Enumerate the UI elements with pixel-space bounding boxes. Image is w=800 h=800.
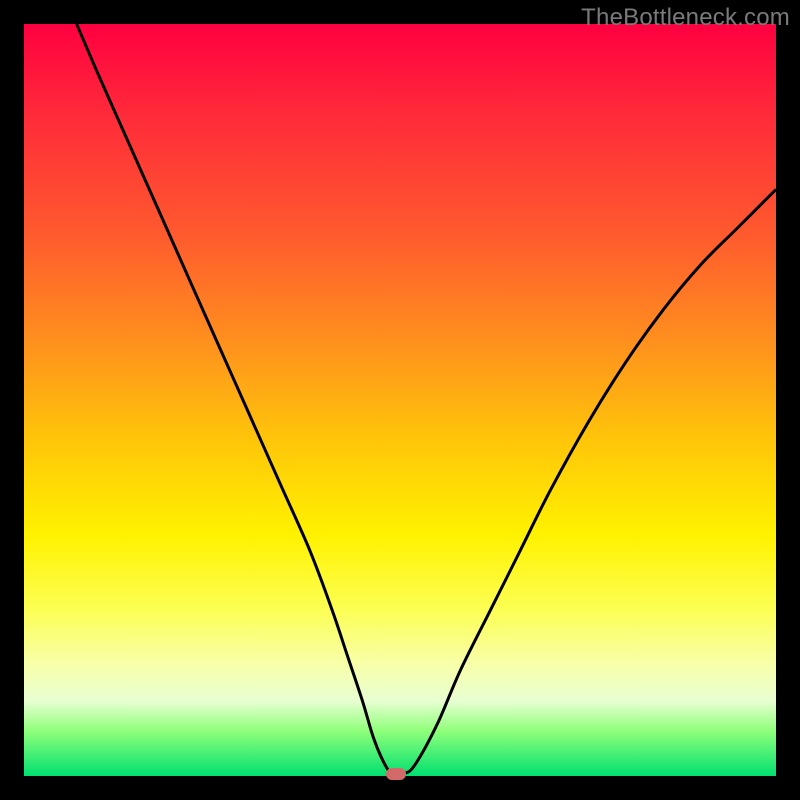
watermark-text: TheBottleneck.com [581,4,790,32]
chart-plot-area [24,24,776,776]
optimal-point-marker [386,768,406,780]
bottleneck-curve [24,24,776,776]
